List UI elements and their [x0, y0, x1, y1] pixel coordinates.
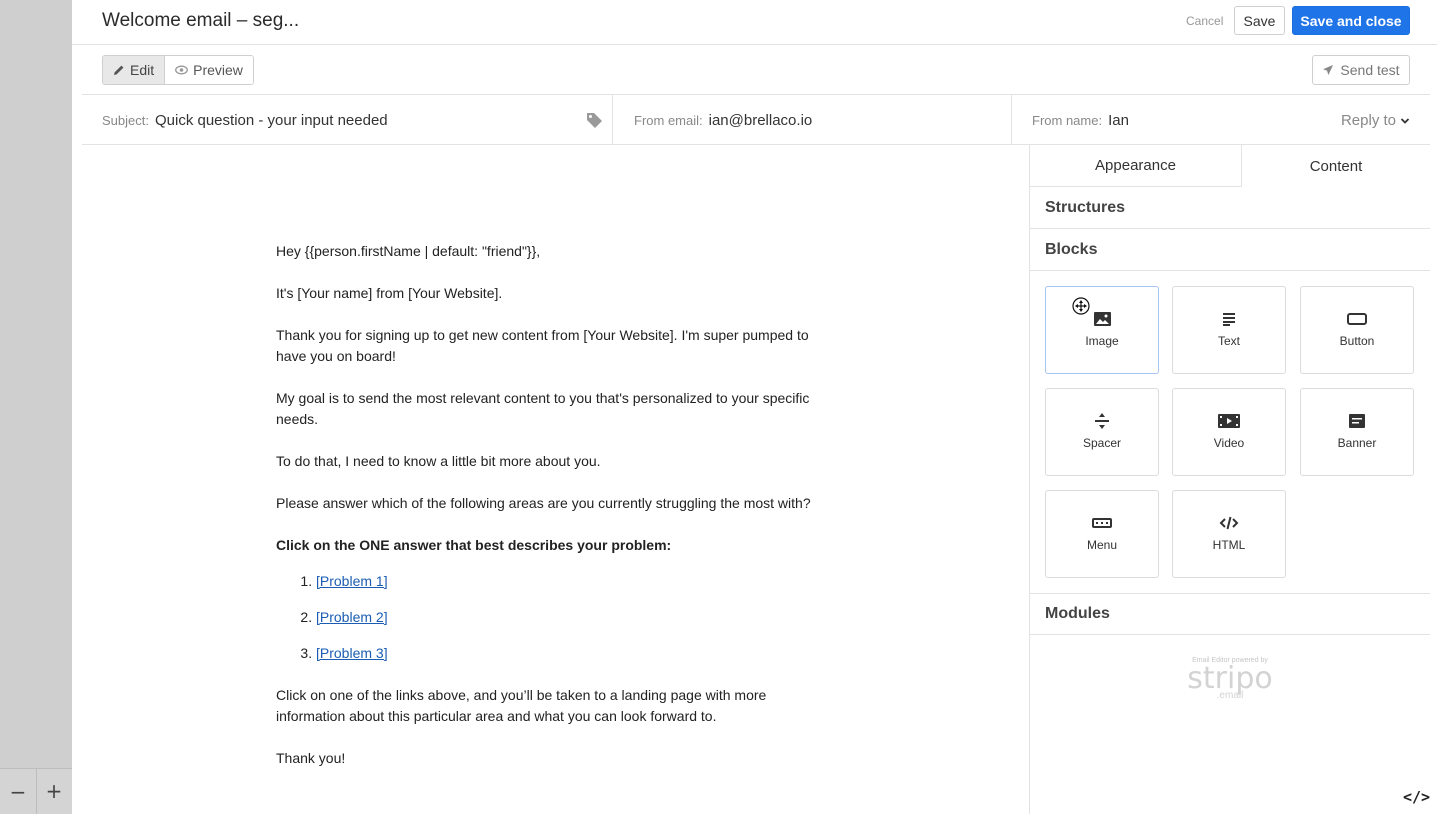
move-cursor-icon [1072, 297, 1090, 315]
panel-tabs: Appearance Content [1030, 145, 1430, 187]
from-name-label: From name: [1032, 112, 1103, 128]
from-email-label: From email: [634, 112, 703, 128]
subject-input[interactable]: Quick question - your input needed [155, 112, 388, 129]
block-spacer[interactable]: Spacer [1045, 388, 1159, 476]
save-button[interactable]: Save [1234, 6, 1285, 35]
send-test-label: Send test [1340, 62, 1400, 78]
editor-side-panel: Appearance Content Structures Blocks Ima… [1030, 145, 1430, 814]
block-button[interactable]: Button [1300, 286, 1414, 374]
banner-icon [1349, 414, 1365, 428]
email-signoff[interactable]: Thank you! [276, 748, 826, 769]
list-item: [Problem 1] [316, 571, 826, 592]
block-label: Button [1339, 334, 1375, 348]
email-paragraph[interactable]: To do that, I need to know a little bit … [276, 451, 826, 472]
edit-tab-label: Edit [130, 62, 155, 78]
email-paragraph[interactable]: Thank you for signing up to get new cont… [276, 325, 826, 367]
block-label: Text [1217, 334, 1240, 348]
paper-plane-icon [1323, 65, 1334, 75]
eye-icon [175, 65, 189, 75]
edit-preview-toggle: Edit Preview [102, 55, 254, 85]
pencil-icon [114, 65, 124, 75]
spacer-icon [1095, 413, 1109, 429]
image-icon [1093, 312, 1111, 326]
chevron-down-icon [1400, 117, 1410, 124]
problem-link-3[interactable]: [Problem 3] [316, 645, 388, 661]
email-paragraph[interactable]: It's [Your name] from [Your Website]. [276, 283, 826, 304]
block-video[interactable]: Video [1172, 388, 1286, 476]
tag-icon[interactable] [586, 112, 603, 129]
block-banner[interactable]: Banner [1300, 388, 1414, 476]
list-item: [Problem 2] [316, 607, 826, 628]
from-email-input[interactable]: ian@brellaco.io [709, 112, 813, 129]
menu-icon [1092, 518, 1112, 528]
problem-link-1[interactable]: [Problem 1] [316, 573, 388, 589]
cancel-link[interactable]: Cancel [1186, 14, 1223, 28]
zoom-in-button[interactable]: + [36, 768, 72, 814]
preview-tab[interactable]: Preview [165, 56, 253, 84]
code-view-icon[interactable]: </> [1403, 788, 1430, 806]
modules-section[interactable]: Modules [1030, 593, 1430, 635]
email-canvas[interactable]: Hey {{person.firstName | default: "frien… [82, 145, 1030, 814]
reply-to-label: Reply to [1340, 112, 1396, 129]
subject-label: Subject: [102, 112, 149, 128]
problem-list: [Problem 1] [Problem 2] [Problem 3] [316, 556, 826, 685]
preview-tab-label: Preview [193, 62, 243, 78]
editor-toolbar: Edit Preview Send test [82, 45, 1430, 95]
block-label: Image [1085, 334, 1119, 348]
button-icon [1347, 313, 1367, 325]
block-label: HTML [1212, 538, 1246, 552]
edit-tab[interactable]: Edit [103, 56, 166, 84]
from-email-field[interactable]: From email: ian@brellaco.io [613, 95, 1012, 145]
email-settings-row: Subject: Quick question - your input nee… [82, 95, 1430, 145]
block-html[interactable]: HTML [1172, 490, 1286, 578]
block-menu[interactable]: Menu [1045, 490, 1159, 578]
tab-content[interactable]: Content [1242, 145, 1430, 187]
zoom-out-button[interactable]: − [0, 780, 36, 804]
from-name-field[interactable]: From name: Ian Reply to [1012, 95, 1430, 145]
save-and-close-button[interactable]: Save and close [1292, 6, 1410, 35]
problem-link-2[interactable]: [Problem 2] [316, 609, 388, 625]
email-greeting[interactable]: Hey {{person.firstName | default: "frien… [276, 241, 826, 262]
send-test-button[interactable]: Send test [1312, 55, 1410, 85]
email-editor-modal: Welcome email – seg... Cancel Save Save … [72, 0, 1437, 814]
reply-to-dropdown[interactable]: Reply to [1341, 112, 1410, 129]
email-paragraph[interactable]: Please answer which of the following are… [276, 493, 826, 514]
block-image[interactable]: Image [1045, 286, 1159, 374]
block-label: Banner [1337, 436, 1377, 450]
email-instruction[interactable]: Click on the ONE answer that best descri… [276, 535, 826, 556]
text-lines-icon [1223, 313, 1235, 326]
block-text[interactable]: Text [1172, 286, 1286, 374]
email-body[interactable]: Hey {{person.firstName | default: "frien… [276, 241, 826, 790]
tab-appearance[interactable]: Appearance [1030, 145, 1242, 187]
email-paragraph[interactable]: Click on one of the links above, and you… [276, 685, 826, 727]
block-label: Menu [1086, 538, 1118, 552]
email-paragraph[interactable]: My goal is to send the most relevant con… [276, 388, 826, 430]
video-icon [1218, 414, 1240, 428]
code-icon [1219, 516, 1239, 530]
editor-header: Welcome email – seg... Cancel Save Save … [72, 0, 1437, 45]
subject-field[interactable]: Subject: Quick question - your input nee… [82, 95, 613, 145]
page-title: Welcome email – seg... [102, 10, 300, 31]
structures-section[interactable]: Structures [1030, 187, 1430, 229]
from-name-input[interactable]: Ian [1108, 112, 1129, 129]
block-label: Video [1213, 436, 1245, 450]
block-label: Spacer [1082, 436, 1122, 450]
stripo-logo: Email Editor powered by stripo .email [1170, 657, 1290, 701]
blocks-section[interactable]: Blocks [1030, 229, 1430, 271]
list-item: [Problem 3] [316, 643, 826, 664]
backdrop [0, 0, 72, 814]
